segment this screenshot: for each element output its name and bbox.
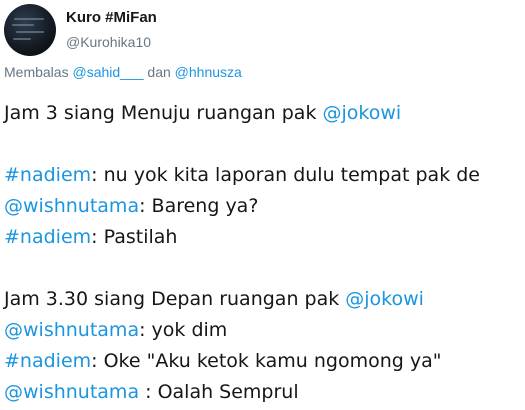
- tweet-line: #nadiem: Pastilah: [4, 222, 525, 253]
- tweet-line: @wishnutama: Bareng ya?: [4, 191, 525, 222]
- author-display-name[interactable]: Kuro #MiFan: [66, 9, 157, 27]
- mention-link[interactable]: @wishnutama: [4, 195, 139, 217]
- tweet-text: Jam 3 siang Menuju ruangan pak @jokowi #n…: [4, 98, 525, 408]
- reply-mention-hhnusza[interactable]: @hhnusza: [175, 64, 242, 80]
- tweet-text-segment: : yok dim: [139, 319, 228, 341]
- reply-conjunction: dan: [147, 64, 171, 80]
- hashtag-link[interactable]: #nadiem: [4, 164, 91, 186]
- mention-link[interactable]: @jokowi: [345, 288, 424, 310]
- reply-mention-sahid[interactable]: @sahid___: [72, 64, 143, 80]
- tweet-text-segment: Jam 3 siang Menuju ruangan pak: [4, 102, 323, 124]
- tweet-line: @wishnutama: yok dim: [4, 315, 525, 346]
- tweet-line: Jam 3 siang Menuju ruangan pak @jokowi: [4, 98, 525, 129]
- avatar[interactable]: [4, 4, 56, 56]
- tweet-text-segment: : Oke "Aku ketok kamu ngomong ya": [91, 350, 442, 372]
- tweet-line: @wishnutama : Oalah Semprul: [4, 377, 525, 408]
- author-names: Kuro #MiFan @Kurohika10: [66, 9, 157, 52]
- author-handle[interactable]: @Kurohika10: [66, 32, 157, 52]
- tweet-line: #nadiem: nu yok kita laporan dulu tempat…: [4, 160, 525, 191]
- tweet-text-segment: : Bareng ya?: [139, 195, 259, 217]
- tweet-header: Kuro #MiFan @Kurohika10: [4, 4, 157, 56]
- mention-link[interactable]: @wishnutama: [4, 319, 139, 341]
- tweet-line: #nadiem: Oke "Aku ketok kamu ngomong ya": [4, 346, 525, 377]
- hashtag-link[interactable]: #nadiem: [4, 226, 91, 248]
- tweet-text-segment: : nu yok kita laporan dulu tempat pak de: [91, 164, 480, 186]
- tweet-text-segment: : Oalah Semprul: [139, 381, 299, 403]
- tweet-text-segment: : Pastilah: [91, 226, 178, 248]
- reply-context: Membalas @sahid___ dan @hhnusza: [4, 62, 242, 82]
- mention-link[interactable]: @wishnutama: [4, 381, 139, 403]
- tweet-line: Jam 3.30 siang Depan ruangan pak @jokowi: [4, 284, 525, 315]
- reply-prefix: Membalas: [4, 64, 69, 80]
- mention-link[interactable]: @jokowi: [322, 102, 401, 124]
- hashtag-link[interactable]: #nadiem: [4, 350, 91, 372]
- tweet-text-segment: Jam 3.30 siang Depan ruangan pak: [4, 288, 346, 310]
- tweet-card: Kuro #MiFan @Kurohika10 Membalas @sahid_…: [0, 0, 525, 410]
